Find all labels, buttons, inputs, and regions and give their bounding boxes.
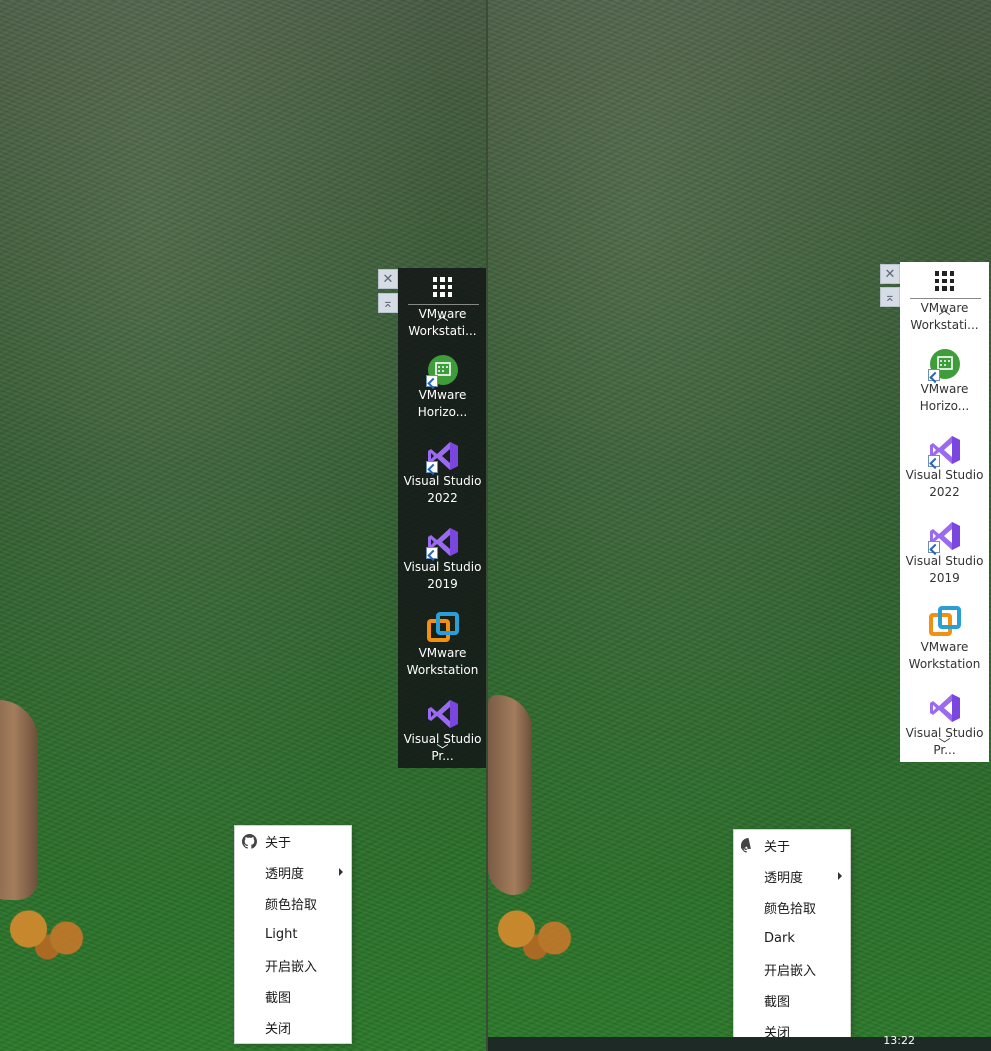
dock-item[interactable]: VMware Horizo...: [398, 350, 487, 436]
github-icon: [741, 838, 751, 853]
dock-item[interactable]: Visual Studio 2022: [398, 436, 487, 522]
dock-item[interactable]: VMware Horizo...: [900, 344, 989, 430]
visual-studio-icon: [425, 526, 459, 559]
shortcut-arrow-icon: [927, 455, 940, 467]
menu-item-label: 关于: [265, 836, 292, 851]
vmware-workstation-icon: [426, 612, 459, 644]
context-menu: 关于 透明度 颜色拾取 Dark 开启嵌入 截图 关闭: [734, 830, 850, 1047]
menu-item-label: 开启嵌入: [764, 964, 817, 979]
dock-item[interactable]: Visual Studio 2022: [900, 430, 989, 516]
chevron-down-icon[interactable]: ﹀: [398, 744, 487, 756]
dock-item-label: VMware Workstati...: [408, 307, 477, 338]
submenu-arrow-icon: [339, 868, 343, 876]
close-icon[interactable]: ✕: [378, 269, 398, 289]
menu-item-close[interactable]: 关闭: [235, 1012, 351, 1043]
vmware-workstation-icon: [928, 606, 961, 638]
menu-item-theme[interactable]: Light: [235, 919, 351, 950]
submenu-arrow-icon: [838, 872, 842, 880]
visual-studio-icon: [927, 434, 961, 467]
visual-studio-icon: [427, 698, 459, 730]
dock-item-label: Visual Studio 2022: [403, 474, 482, 505]
rock-cliff: [488, 695, 532, 895]
left-screenshot: ✕ ⌅ ︿ VMware Workstati... VMware Horizo.…: [0, 0, 495, 1051]
menu-item-label: 透明度: [764, 871, 804, 886]
menu-item-label: Dark: [764, 931, 795, 946]
collapse-icon[interactable]: ⌅: [880, 287, 900, 307]
shortcut-arrow-icon: [425, 547, 438, 559]
header-divider: [408, 304, 479, 305]
dock-item[interactable]: Visual Studio 2019: [900, 516, 989, 602]
dock-header[interactable]: [398, 268, 487, 306]
menu-item-label: Light: [265, 927, 298, 942]
menu-item-color-picker[interactable]: 颜色拾取: [235, 888, 351, 919]
dock-item-list: VMware Workstati... VMware Horizo... Vis…: [398, 306, 487, 768]
close-icon[interactable]: ✕: [880, 264, 900, 284]
menu-item-screenshot[interactable]: 截图: [235, 981, 351, 1012]
header-divider: [910, 298, 981, 299]
autumn-trees: [0, 905, 95, 965]
dock-item[interactable]: VMware Workstation: [398, 608, 487, 694]
visual-studio-icon: [929, 692, 961, 724]
dock-item[interactable]: VMware Workstation: [900, 602, 989, 688]
dock-item-label: Visual Studio 2022: [905, 468, 984, 499]
menu-item-label: 透明度: [265, 867, 305, 882]
dock-item-label: Visual Studio 2019: [905, 554, 984, 585]
shortcut-arrow-icon: [425, 461, 438, 473]
right-screenshot: ✕ ⌅ ︿ VMware Workstati... VMware Horizo.…: [488, 0, 991, 1051]
collapse-icon[interactable]: ⌅: [378, 293, 398, 313]
dock-item-label: Visual Studio 2019: [403, 560, 482, 591]
dock-item-label: VMware Horizo...: [919, 382, 970, 413]
menu-item-label: 截图: [265, 991, 292, 1006]
menu-item-about[interactable]: 关于: [734, 830, 850, 861]
shortcut-arrow-icon: [425, 375, 438, 387]
dock-item-label: VMware Workstati...: [910, 301, 979, 332]
dock-item-label: VMware Workstation: [406, 646, 479, 677]
dock-header[interactable]: [900, 262, 989, 300]
menu-item-about[interactable]: 关于: [235, 826, 351, 857]
dock-item[interactable]: Visual Studio 2019: [398, 522, 487, 608]
vmware-horizon-icon: [425, 354, 459, 387]
github-icon: [242, 834, 257, 849]
taskbar-clock: 13:22: [883, 1034, 915, 1047]
menu-item-label: 截图: [764, 995, 791, 1010]
menu-item-label: 颜色拾取: [764, 902, 817, 917]
menu-item-opacity[interactable]: 透明度: [734, 861, 850, 892]
desktop-dock: ︿ VMware Workstati... VMware Horizo... V…: [900, 262, 989, 762]
dock-item-label: VMware Workstation: [908, 640, 981, 671]
shortcut-arrow-icon: [927, 541, 940, 553]
autumn-trees: [488, 905, 583, 965]
dock-item-list: VMware Workstati... VMware Horizo... Vis…: [900, 300, 989, 762]
taskbar: 13:22: [488, 1034, 991, 1051]
visual-studio-icon: [425, 440, 459, 473]
chevron-down-icon[interactable]: ﹀: [900, 738, 989, 750]
menu-item-opacity[interactable]: 透明度: [235, 857, 351, 888]
menu-item-screenshot[interactable]: 截图: [734, 985, 850, 1016]
dock-item[interactable]: VMware Workstati...: [398, 306, 487, 350]
dock-item-label: VMware Horizo...: [417, 388, 468, 419]
rock-cliff: [0, 700, 38, 900]
desktop-dock: ︿ VMware Workstati... VMware Horizo... V…: [398, 268, 487, 768]
menu-item-label: 颜色拾取: [265, 898, 318, 913]
menu-item-label: 关闭: [265, 1022, 292, 1037]
shortcut-arrow-icon: [927, 369, 940, 381]
menu-item-label: 开启嵌入: [265, 960, 318, 975]
visual-studio-icon: [927, 520, 961, 553]
menu-item-label: 关于: [764, 840, 791, 855]
dock-item[interactable]: VMware Workstati...: [900, 300, 989, 344]
context-menu: 关于 透明度 颜色拾取 Light 开启嵌入 截图 关闭: [235, 826, 351, 1043]
grid-menu-icon[interactable]: [432, 277, 453, 297]
menu-item-color-picker[interactable]: 颜色拾取: [734, 892, 850, 923]
menu-item-theme[interactable]: Dark: [734, 923, 850, 954]
vmware-horizon-icon: [927, 348, 961, 381]
menu-item-embed[interactable]: 开启嵌入: [734, 954, 850, 985]
grid-menu-icon[interactable]: [934, 271, 955, 291]
menu-item-embed[interactable]: 开启嵌入: [235, 950, 351, 981]
